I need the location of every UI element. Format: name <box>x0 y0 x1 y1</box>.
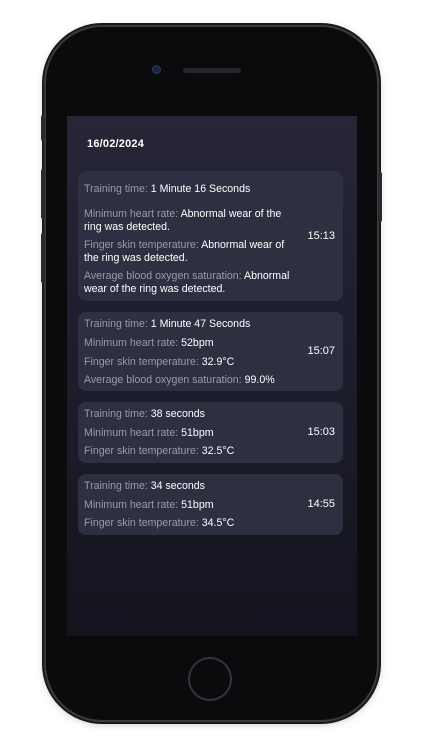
record-time: 15:03 <box>307 426 335 438</box>
record-time: 14:55 <box>307 498 335 510</box>
skin-temperature-value: 34.5°C <box>201 517 235 529</box>
skin-temperature-row: Finger skin temperature: 32.5°C <box>84 445 300 458</box>
training-record-card[interactable]: Training time: 34 seconds Minimum heart … <box>78 474 343 535</box>
skin-temperature-label: Finger skin temperature: <box>84 445 202 457</box>
skin-temperature-value: 32.9°C <box>201 356 235 368</box>
training-time-row: Training time: 34 seconds <box>84 480 300 493</box>
training-time-value: 34 seconds <box>150 480 205 492</box>
blood-oxygen-label: Average blood oxygen saturation: <box>84 374 245 386</box>
mute-switch <box>41 115 45 141</box>
skin-temperature-label: Finger skin temperature: <box>84 356 202 368</box>
volume-up-button <box>41 169 45 219</box>
power-button <box>378 172 382 222</box>
min-heart-rate-row: Minimum heart rate: 52bpm <box>84 337 300 350</box>
training-time-value: 38 seconds <box>150 408 205 420</box>
training-time-value: 1 Minute 16 Seconds <box>150 183 251 195</box>
min-heart-rate-label: Minimum heart rate: <box>84 499 182 511</box>
front-camera <box>152 65 161 74</box>
record-time: 15:13 <box>307 230 335 242</box>
blood-oxygen-row: Average blood oxygen saturation: 99.0% <box>84 374 300 387</box>
training-time-row: Training time: 1 Minute 16 Seconds <box>84 183 300 196</box>
earpiece-speaker <box>183 68 241 73</box>
min-heart-rate-row: Minimum heart rate: 51bpm <box>84 499 300 512</box>
skin-temperature-label: Finger skin temperature: <box>84 517 202 529</box>
min-heart-rate-row: Minimum heart rate: 51bpm <box>84 427 300 440</box>
training-time-label: Training time: <box>84 408 151 420</box>
blood-oxygen-value: 99.0% <box>244 374 275 386</box>
min-heart-rate-label: Minimum heart rate: <box>84 427 182 439</box>
training-time-value: 1 Minute 47 Seconds <box>150 318 251 330</box>
skin-temperature-row: Finger skin temperature: 34.5°C <box>84 517 300 530</box>
training-time-label: Training time: <box>84 318 151 330</box>
home-button[interactable] <box>188 657 232 701</box>
training-time-row: Training time: 1 Minute 47 Seconds <box>84 318 300 331</box>
training-time-label: Training time: <box>84 183 151 195</box>
min-heart-rate-row: Minimum heart rate: Abnormal wear of the… <box>84 208 300 234</box>
volume-down-button <box>41 233 45 283</box>
min-heart-rate-value: 51bpm <box>181 427 214 439</box>
training-time-row: Training time: 38 seconds <box>84 408 300 421</box>
training-time-label: Training time: <box>84 480 151 492</box>
record-date: 16/02/2024 <box>87 138 145 150</box>
skin-temperature-row: Finger skin temperature: 32.9°C <box>84 356 300 369</box>
app-screen: 16/02/2024 Training time: 1 Minute 16 Se… <box>67 116 357 636</box>
skin-temperature-value: 32.5°C <box>201 445 235 457</box>
record-time: 15:07 <box>307 345 335 357</box>
blood-oxygen-label: Average blood oxygen saturation: <box>84 270 245 282</box>
skin-temperature-label: Finger skin temperature: <box>84 239 202 251</box>
training-record-card[interactable]: Training time: 1 Minute 47 Seconds Minim… <box>78 312 343 391</box>
min-heart-rate-label: Minimum heart rate: <box>84 337 182 349</box>
training-record-card[interactable]: Training time: 38 seconds Minimum heart … <box>78 402 343 463</box>
skin-temperature-row: Finger skin temperature: Abnormal wear o… <box>84 239 300 265</box>
min-heart-rate-label: Minimum heart rate: <box>84 208 181 220</box>
blood-oxygen-row: Average blood oxygen saturation: Abnorma… <box>84 270 300 296</box>
min-heart-rate-value: 51bpm <box>181 499 214 511</box>
training-record-card[interactable]: Training time: 1 Minute 16 Seconds Minim… <box>78 171 343 301</box>
min-heart-rate-value: 52bpm <box>181 337 214 349</box>
